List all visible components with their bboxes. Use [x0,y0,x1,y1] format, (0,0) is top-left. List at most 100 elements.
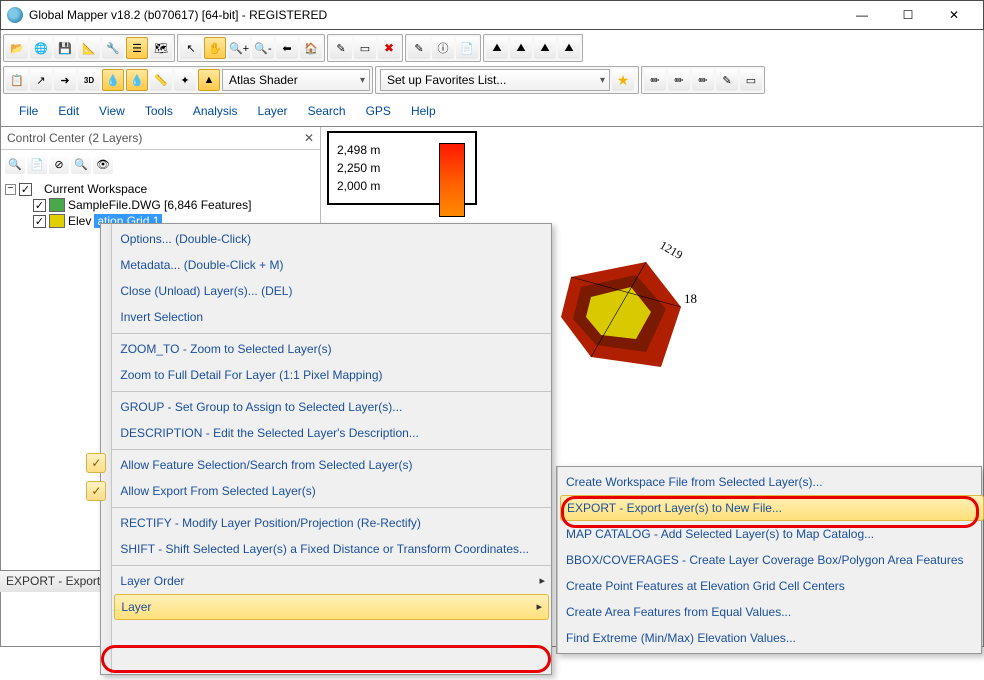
panel-toolbar: 🔍 📄 ⊘ 🔍 👁 [1,150,320,178]
ctx-allow-selection[interactable]: ✓ Allow Feature Selection/Search from Se… [112,449,551,478]
sub-create-workspace[interactable]: Create Workspace File from Selected Laye… [558,469,984,495]
info-toolbar: ✎ ⓘ 📄 [405,34,481,62]
sub-map-catalog[interactable]: MAP CATALOG - Add Selected Layer(s) to M… [558,521,984,547]
ctx-shift[interactable]: SHIFT - Shift Selected Layer(s) a Fixed … [112,536,551,562]
layer2-prefix: Elev [68,214,91,228]
info-icon[interactable]: ⓘ [432,37,454,59]
checkbox[interactable]: ✓ [19,183,32,196]
panel-close-icon[interactable]: ✕ [304,131,314,145]
layer-copy-icon[interactable]: 📄 [27,154,47,174]
ctx-layer-order[interactable]: Layer Order [112,565,551,594]
minimize-button[interactable]: — [839,1,885,29]
close-button[interactable]: ✕ [931,1,977,29]
maximize-button[interactable]: ☐ [885,1,931,29]
ruler-icon[interactable]: 📏 [150,69,172,91]
hill3-icon[interactable]: ⛰ [534,37,556,59]
layer-vis-icon[interactable]: 👁 [93,154,113,174]
water-icon[interactable]: 💧 [102,69,124,91]
menu-analysis[interactable]: Analysis [183,102,248,120]
sub-points[interactable]: Create Point Features at Elevation Grid … [558,573,984,599]
settings-icon[interactable]: 🔧 [102,37,124,59]
hill2-icon[interactable]: ⛰ [510,37,532,59]
menu-gps[interactable]: GPS [356,102,401,120]
save-icon[interactable]: 💾 [54,37,76,59]
sub-extreme[interactable]: Find Extreme (Min/Max) Elevation Values.… [558,625,984,651]
route-icon[interactable]: ↗ [30,69,52,91]
projection-icon[interactable]: 📐 [78,37,100,59]
legend-value: 2,498 m [337,143,380,157]
edit-toolbar: ✎ ▭ ✖ [327,34,403,62]
ctx-invert[interactable]: Invert Selection [112,304,551,330]
back-icon[interactable]: ⬅ [276,37,298,59]
star-icon[interactable]: ★ [612,69,634,91]
layer1-label: SampleFile.DWG [6,846 Features] [68,198,251,212]
crop-icon[interactable]: ▭ [354,37,376,59]
draw2-icon[interactable]: ✏ [668,69,690,91]
hill4-icon[interactable]: ⛰ [558,37,580,59]
draw1-icon[interactable]: ✏ [644,69,666,91]
draw5-icon[interactable]: ▭ [740,69,762,91]
map-icon[interactable]: 🗺 [150,37,172,59]
tree-layer-1[interactable]: ✓ SampleFile.DWG [6,846 Features] [5,198,316,212]
ctx-layer-submenu[interactable]: Layer [114,594,549,620]
context-icon-column [101,224,112,674]
check-icon: ✓ [86,481,106,501]
menu-help[interactable]: Help [401,102,446,120]
doc-icon[interactable]: 📄 [456,37,478,59]
compass-icon[interactable]: ✦ [174,69,196,91]
sub-bbox[interactable]: BBOX/COVERAGES - Create Layer Coverage B… [558,547,984,573]
app-icon [7,7,23,23]
ctx-zoom-full[interactable]: Zoom to Full Detail For Layer (1:1 Pixel… [112,362,551,388]
ctx-options[interactable]: Options... (Double-Click) [112,226,551,252]
tree-root[interactable]: − ✓ Current Workspace [5,182,316,196]
terrain-graphic: 1219 18 [551,247,691,387]
check-icon: ✓ [86,453,106,473]
water2-icon[interactable]: 💧 [126,69,148,91]
layer-find-icon[interactable]: 🔍 [71,154,91,174]
highlight-icon[interactable]: ✎ [408,37,430,59]
panel-header: Control Center (2 Layers) ✕ [1,127,320,150]
sub-export[interactable]: EXPORT - Export Layer(s) to New File... [560,495,984,521]
pointer-icon[interactable]: ↖ [180,37,202,59]
draw3-icon[interactable]: ✏ [692,69,714,91]
ctx-rectify[interactable]: RECTIFY - Modify Layer Position/Projecti… [112,507,551,536]
menu-tools[interactable]: Tools [135,102,183,120]
clipboard-icon[interactable]: 📋 [6,69,28,91]
layers-icon[interactable]: ☰ [126,37,148,59]
menu-edit[interactable]: Edit [48,102,89,120]
menu-view[interactable]: View [89,102,135,120]
pencil-icon[interactable]: ✎ [330,37,352,59]
menu-file[interactable]: File [9,102,48,120]
menu-search[interactable]: Search [298,102,356,120]
ctx-description[interactable]: DESCRIPTION - Edit the Selected Layer's … [112,420,551,446]
globe-icon[interactable]: 🌐 [30,37,52,59]
checkbox[interactable]: ✓ [33,199,46,212]
hill1-icon[interactable]: ⛰ [486,37,508,59]
arrow-icon[interactable]: ➜ [54,69,76,91]
layer-add-icon[interactable]: 🔍 [5,154,25,174]
zoom-out-icon[interactable]: 🔍- [252,37,274,59]
shader-combo[interactable]: Atlas Shader [222,69,370,91]
zoom-in-icon[interactable]: 🔍+ [228,37,250,59]
ctx-allow-export[interactable]: ✓ Allow Export From Selected Layer(s) [112,478,551,504]
ctx-zoom-to[interactable]: ZOOM_TO - Zoom to Selected Layer(s) [112,333,551,362]
menu-layer[interactable]: Layer [248,102,298,120]
open-icon[interactable]: 📂 [6,37,28,59]
ctx-group[interactable]: GROUP - Set Group to Assign to Selected … [112,391,551,420]
vector-layer-icon [49,198,65,212]
peak-icon[interactable]: ▲ [198,69,220,91]
sub-areas[interactable]: Create Area Features from Equal Values..… [558,599,984,625]
layer-remove-icon[interactable]: ⊘ [49,154,69,174]
draw4-icon[interactable]: ✎ [716,69,738,91]
checkbox[interactable]: ✓ [33,215,46,228]
3d-icon[interactable]: 3D [78,69,100,91]
pan-icon[interactable]: ✋ [204,37,226,59]
home-icon[interactable]: 🏠 [300,37,322,59]
toolbar-area: 📂 🌐 💾 📐 🔧 ☰ 🗺 ↖ ✋ 🔍+ 🔍- ⬅ 🏠 ✎ ▭ ✖ ✎ ⓘ 📄 [0,30,984,127]
ctx-close-layer[interactable]: Close (Unload) Layer(s)... (DEL) [112,278,551,304]
ctx-metadata[interactable]: Metadata... (Double-Click + M) [112,252,551,278]
delete-icon[interactable]: ✖ [378,37,400,59]
contour-label: 18 [684,291,697,307]
expander-icon[interactable]: − [5,184,16,195]
favorites-combo[interactable]: Set up Favorites List... [380,69,610,91]
